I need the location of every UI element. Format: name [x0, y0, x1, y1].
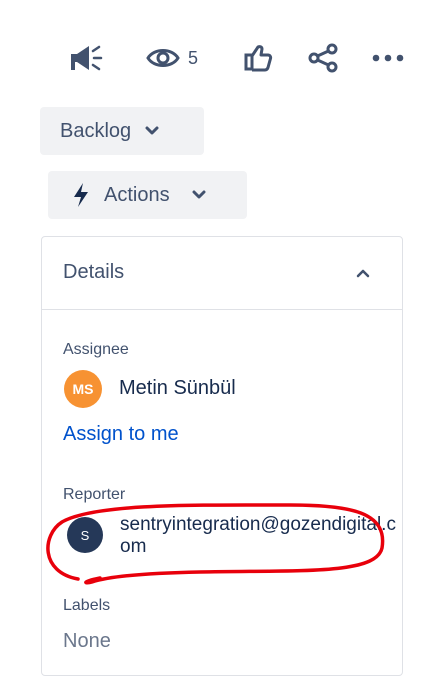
vote-button[interactable] [240, 40, 276, 76]
eye-icon [146, 45, 180, 71]
labels-label: Labels [63, 597, 111, 614]
chevron-up-icon [356, 265, 370, 283]
labels-value[interactable]: None [63, 630, 111, 653]
megaphone-icon [68, 43, 104, 73]
status-label: Backlog [60, 119, 132, 142]
share-button[interactable] [304, 40, 342, 76]
share-icon [306, 43, 340, 73]
avatar: S [67, 517, 103, 553]
chevron-down-icon [145, 126, 159, 136]
details-panel: Details Assignee MS Metin Sünbül Assign … [41, 236, 403, 676]
more-actions-button[interactable] [368, 40, 408, 76]
avatar: MS [64, 370, 102, 408]
assign-to-me-link[interactable]: Assign to me [63, 423, 179, 446]
status-button[interactable]: Backlog [40, 107, 204, 155]
more-icon [371, 53, 405, 63]
reporter-label: Reporter [63, 486, 126, 503]
thumbs-up-icon [243, 43, 273, 73]
watch-button[interactable]: 5 [140, 40, 204, 76]
assignee-name: Metin Sünbül [119, 377, 236, 399]
actions-label: Actions [104, 183, 170, 206]
reporter-name: sentryintegration@gozendigital.com [120, 514, 396, 557]
details-panel-header[interactable]: Details [42, 237, 402, 310]
lightning-icon [72, 182, 90, 208]
assignee-label: Assignee [63, 341, 129, 358]
actions-button[interactable]: Actions [48, 171, 247, 219]
announce-button[interactable] [64, 40, 108, 76]
chevron-down-icon [192, 190, 206, 200]
details-title: Details [63, 261, 125, 283]
watch-count: 5 [187, 47, 198, 68]
